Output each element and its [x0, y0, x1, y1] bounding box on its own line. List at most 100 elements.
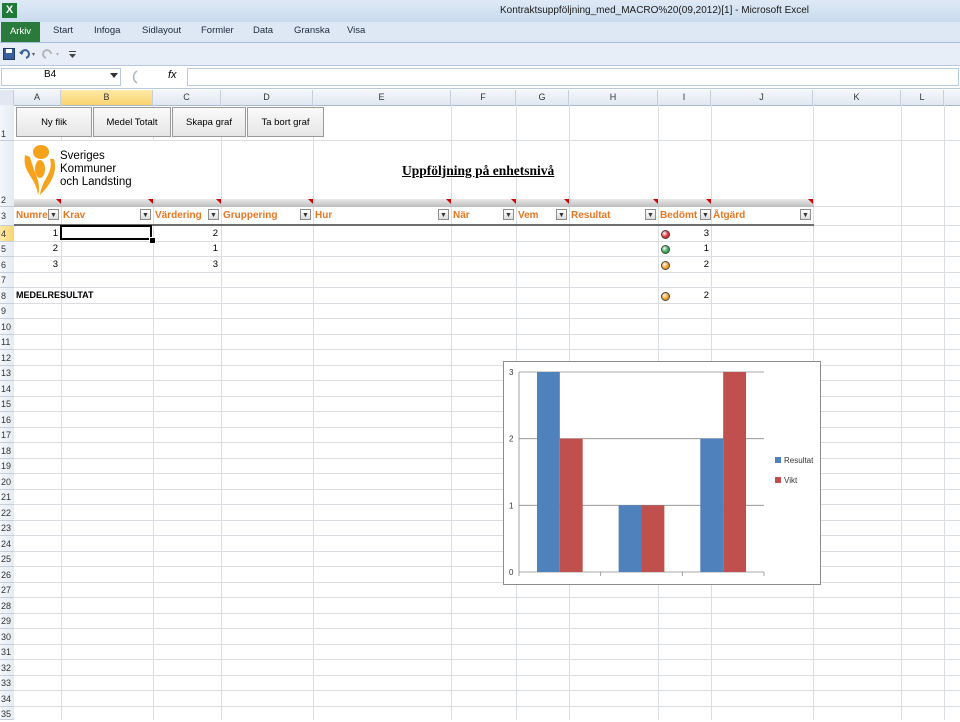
chevron-down-icon[interactable]: [110, 73, 118, 79]
cell-i6[interactable]: 2: [671, 257, 709, 272]
cell-i8[interactable]: 2: [671, 288, 709, 303]
filter-dropdown-gruppering[interactable]: ▼: [300, 209, 311, 220]
grid-row-line: [14, 659, 960, 660]
grid-row-line: [14, 303, 960, 304]
cell-i5[interactable]: 1: [671, 241, 709, 256]
row-header-7[interactable]: 7: [0, 273, 14, 288]
row-header-10[interactable]: 10: [0, 319, 14, 335]
filter-dropdown-bedomt[interactable]: ▼: [700, 209, 711, 220]
grid-row-line: [14, 628, 960, 629]
cell-c6[interactable]: 3: [155, 257, 218, 272]
create-chart-button[interactable]: Skapa graf: [172, 107, 246, 137]
header-hur: Hur: [315, 207, 435, 224]
name-box[interactable]: [1, 68, 121, 86]
header-vem: Vem: [518, 207, 556, 224]
column-header-j[interactable]: J: [711, 90, 813, 105]
column-header-l[interactable]: L: [901, 90, 944, 105]
row-header-6[interactable]: 6: [0, 257, 14, 273]
row-header-2[interactable]: 2: [0, 141, 14, 207]
filter-dropdown-hur[interactable]: ▼: [438, 209, 449, 220]
row-header-3[interactable]: 3: [0, 207, 14, 226]
row-header-29[interactable]: 29: [0, 614, 14, 629]
row-header-26[interactable]: 26: [0, 567, 14, 583]
chart-container[interactable]: 0 1 2 3 Resultat Vikt: [503, 361, 821, 585]
cell-a6[interactable]: 3: [16, 257, 58, 272]
row-header-5[interactable]: 5: [0, 242, 14, 257]
excel-app-icon[interactable]: X: [2, 3, 17, 18]
row-header-32[interactable]: 32: [0, 660, 14, 676]
save-icon[interactable]: [3, 48, 15, 60]
column-header-h[interactable]: H: [569, 90, 658, 105]
filter-dropdown-krav[interactable]: ▼: [140, 209, 151, 220]
row-header-13[interactable]: 13: [0, 366, 14, 381]
row-header-17[interactable]: 17: [0, 428, 14, 443]
customize-icon[interactable]: [68, 48, 78, 60]
row-header-1[interactable]: 1: [0, 105, 14, 141]
filter-dropdown-nar[interactable]: ▼: [503, 209, 514, 220]
tab-start[interactable]: Start: [53, 25, 73, 36]
row-header-9[interactable]: 9: [0, 304, 14, 319]
filter-dropdown-vardering[interactable]: ▼: [208, 209, 219, 220]
tab-granska[interactable]: Granska: [294, 25, 330, 36]
row-header-20[interactable]: 20: [0, 474, 14, 490]
column-header-a[interactable]: A: [14, 90, 61, 105]
filter-dropdown-atgard[interactable]: ▼: [800, 209, 811, 220]
tab-sidlayout[interactable]: Sidlayout: [142, 25, 181, 36]
cell-a5[interactable]: 2: [16, 241, 58, 256]
new-tab-button[interactable]: Ny flik: [16, 107, 92, 137]
row-header-14[interactable]: 14: [0, 381, 14, 397]
select-all-corner[interactable]: [0, 90, 14, 105]
column-header-e[interactable]: E: [313, 90, 451, 105]
row-header-30[interactable]: 30: [0, 629, 14, 645]
row-header-24[interactable]: 24: [0, 536, 14, 552]
title-bar: X Kontraktsuppföljning_med_MACRO%20(09,2…: [0, 0, 960, 22]
tab-arkiv[interactable]: Arkiv: [1, 22, 40, 42]
row-header-27[interactable]: 27: [0, 583, 14, 598]
fill-handle[interactable]: [149, 237, 156, 244]
tab-formler[interactable]: Formler: [201, 25, 234, 36]
row-header-28[interactable]: 28: [0, 598, 14, 614]
cell-c4[interactable]: 2: [155, 226, 218, 241]
row-header-22[interactable]: 22: [0, 505, 14, 521]
delete-chart-button[interactable]: Ta bort graf: [247, 107, 324, 137]
grid-row-line: [14, 349, 960, 350]
mean-total-button[interactable]: Medel Totalt: [93, 107, 171, 137]
filter-dropdown-resultat[interactable]: ▼: [645, 209, 656, 220]
tab-data[interactable]: Data: [253, 25, 273, 36]
column-header-b[interactable]: B: [61, 90, 153, 105]
column-header-c[interactable]: C: [153, 90, 221, 105]
comment-indicators: [56, 199, 813, 204]
row-header-8[interactable]: 8: [0, 288, 14, 304]
insert-function-icon[interactable]: fx: [168, 69, 177, 81]
filter-dropdown-numre[interactable]: ▼: [48, 209, 59, 220]
row-header-33[interactable]: 33: [0, 676, 14, 691]
row-header-31[interactable]: 31: [0, 645, 14, 660]
row-header-34[interactable]: 34: [0, 691, 14, 707]
cell-c5[interactable]: 1: [155, 241, 218, 256]
filter-dropdown-vem[interactable]: ▼: [556, 209, 567, 220]
tab-visa[interactable]: Visa: [347, 25, 365, 36]
row-header-11[interactable]: 11: [0, 335, 14, 350]
redo-icon[interactable]: [42, 48, 62, 60]
column-header-d[interactable]: D: [221, 90, 313, 105]
column-header-k[interactable]: K: [813, 90, 901, 105]
row-header-16[interactable]: 16: [0, 412, 14, 428]
column-header-g[interactable]: G: [516, 90, 569, 105]
column-header-f[interactable]: F: [451, 90, 516, 105]
row-header-12[interactable]: 12: [0, 350, 14, 366]
cell-a4[interactable]: 1: [16, 226, 58, 241]
row-header-23[interactable]: 23: [0, 521, 14, 536]
row-header-18[interactable]: 18: [0, 443, 14, 459]
formula-input[interactable]: [187, 68, 959, 86]
tab-infoga[interactable]: Infoga: [94, 25, 120, 36]
undo-icon[interactable]: [18, 48, 38, 60]
selected-cell-b4[interactable]: [60, 225, 152, 240]
row-header-21[interactable]: 21: [0, 490, 14, 505]
row-header-25[interactable]: 25: [0, 552, 14, 567]
row-header-4[interactable]: 4: [0, 226, 14, 242]
row-header-35[interactable]: 35: [0, 707, 14, 720]
column-header-i[interactable]: I: [658, 90, 711, 105]
cell-i4[interactable]: 3: [671, 226, 709, 241]
row-header-15[interactable]: 15: [0, 397, 14, 412]
row-header-19[interactable]: 19: [0, 459, 14, 474]
